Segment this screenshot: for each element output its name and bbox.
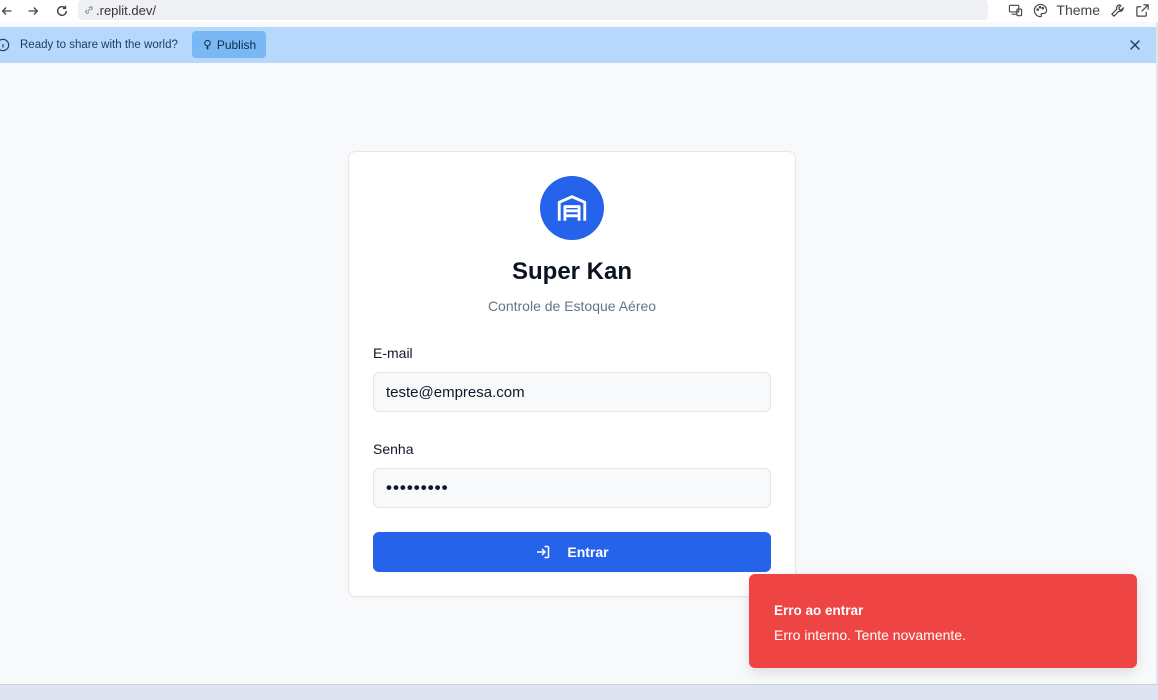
devices-icon[interactable] (1008, 3, 1023, 18)
theme-label: Theme (1056, 2, 1100, 18)
toast-description: Erro interno. Tente novamente. (774, 627, 966, 643)
email-label: E-mail (373, 345, 413, 361)
login-icon (537, 545, 550, 559)
info-icon (0, 38, 10, 52)
reload-button[interactable] (49, 0, 75, 22)
login-label: Entrar (567, 544, 609, 560)
password-label: Senha (373, 441, 414, 457)
forward-icon (28, 7, 39, 15)
url-text: .replit.dev/ (96, 2, 156, 18)
publish-label: Publish (216, 37, 257, 52)
theme-button[interactable]: Theme (1033, 2, 1100, 18)
reload-icon (56, 5, 68, 17)
publish-button[interactable]: Publish (192, 31, 266, 58)
back-icon (1, 7, 12, 15)
external-link-icon[interactable] (1135, 3, 1150, 18)
app-title: Super Kan (511, 258, 633, 285)
app-subtitle: Controle de Estoque Aéreo (487, 298, 657, 314)
taskbar-strip (0, 684, 1158, 700)
browser-toolbar: .replit.dev/ Theme (0, 0, 1158, 22)
back-button[interactable] (0, 0, 20, 22)
email-value: teste@empresa.com (386, 383, 525, 401)
app-logo (540, 176, 604, 240)
publish-icon (204, 39, 211, 50)
email-field[interactable]: teste@empresa.com (373, 372, 771, 412)
error-toast[interactable]: Erro ao entrar Erro interno. Tente novam… (749, 574, 1137, 668)
toast-title: Erro ao entrar (774, 603, 864, 618)
link-icon (85, 6, 93, 14)
warehouse-icon (557, 195, 587, 221)
publish-banner: Ready to share with the world? Publish (0, 27, 1158, 63)
toolbar-actions: Theme (1008, 0, 1150, 20)
url-bar[interactable]: .replit.dev/ (78, 0, 988, 20)
password-value: ••••••••• (386, 478, 449, 497)
forward-button[interactable] (20, 0, 46, 22)
banner-message: Ready to share with the world? (20, 39, 178, 51)
wrench-icon[interactable] (1110, 3, 1125, 18)
close-icon[interactable] (1128, 38, 1142, 52)
login-button[interactable]: Entrar (373, 532, 771, 572)
palette-icon (1034, 3, 1048, 17)
password-field[interactable]: ••••••••• (373, 468, 771, 508)
login-card: Super Kan Controle de Estoque Aéreo E-ma… (348, 151, 796, 597)
